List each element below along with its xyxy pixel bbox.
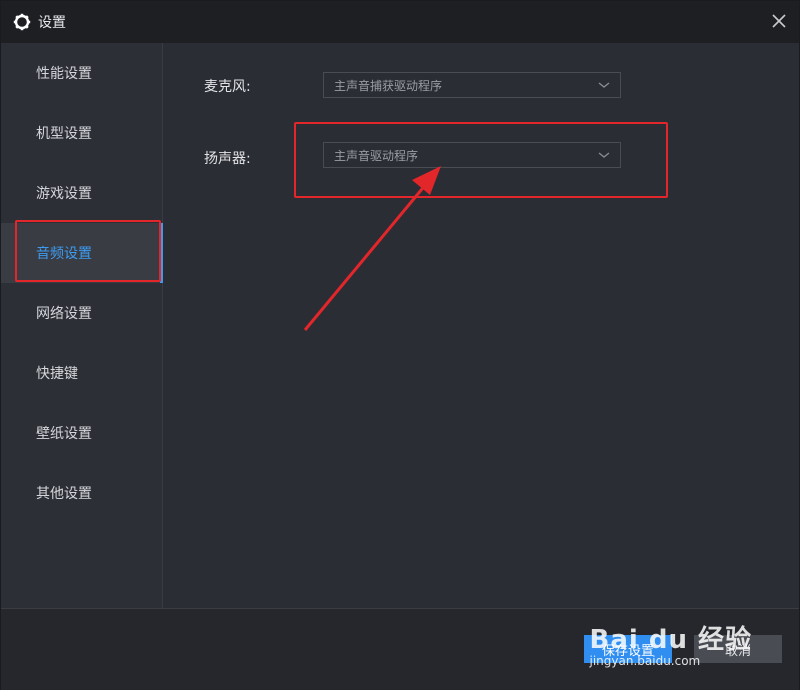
settings-window: 设置 性能设置 机型设置 游戏设置 音频设置 网络设置 快捷键 壁纸设置 其他设… bbox=[0, 0, 800, 690]
sidebar-item-label: 性能设置 bbox=[36, 66, 92, 82]
gear-icon bbox=[13, 13, 31, 31]
microphone-select[interactable]: 主声音捕获驱动程序 bbox=[323, 72, 621, 98]
save-button-label: 保存设置 bbox=[601, 643, 654, 659]
audio-settings-panel: 麦克风: 主声音捕获驱动程序 扬声器: 主声音驱动程序 bbox=[163, 43, 799, 608]
sidebar-item-label: 游戏设置 bbox=[36, 186, 92, 202]
close-icon[interactable] bbox=[769, 11, 789, 31]
microphone-label: 麦克风: bbox=[204, 79, 251, 95]
sidebar-item-other[interactable]: 其他设置 bbox=[1, 463, 162, 523]
microphone-select-value: 主声音捕获驱动程序 bbox=[334, 78, 443, 93]
title-bar[interactable]: 设置 bbox=[1, 1, 799, 43]
chevron-down-icon bbox=[598, 82, 610, 88]
dialog-footer: 保存设置 取消 bbox=[1, 608, 799, 690]
sidebar-item-label: 音频设置 bbox=[36, 246, 92, 262]
chevron-down-icon bbox=[598, 152, 610, 158]
sidebar-item-audio[interactable]: 音频设置 bbox=[1, 223, 163, 283]
sidebar-item-label: 壁纸设置 bbox=[36, 426, 92, 442]
sidebar-item-label: 机型设置 bbox=[36, 126, 92, 142]
cancel-button[interactable]: 取消 bbox=[694, 635, 782, 663]
sidebar-item-performance[interactable]: 性能设置 bbox=[1, 43, 162, 103]
sidebar-item-device-model[interactable]: 机型设置 bbox=[1, 103, 162, 163]
sidebar-item-network[interactable]: 网络设置 bbox=[1, 283, 162, 343]
save-button[interactable]: 保存设置 bbox=[584, 635, 672, 663]
cancel-button-label: 取消 bbox=[724, 643, 751, 659]
sidebar-item-game[interactable]: 游戏设置 bbox=[1, 163, 162, 223]
settings-sidebar: 性能设置 机型设置 游戏设置 音频设置 网络设置 快捷键 壁纸设置 其他设置 bbox=[1, 43, 163, 608]
sidebar-item-shortcuts[interactable]: 快捷键 bbox=[1, 343, 162, 403]
sidebar-item-label: 网络设置 bbox=[36, 306, 92, 322]
sidebar-item-wallpaper[interactable]: 壁纸设置 bbox=[1, 403, 162, 463]
sidebar-item-label: 快捷键 bbox=[36, 366, 78, 382]
speaker-label: 扬声器: bbox=[204, 151, 251, 167]
speaker-select[interactable]: 主声音驱动程序 bbox=[323, 142, 621, 168]
speaker-select-value: 主声音驱动程序 bbox=[334, 148, 419, 163]
sidebar-item-label: 其他设置 bbox=[36, 486, 92, 502]
window-title: 设置 bbox=[38, 15, 66, 31]
